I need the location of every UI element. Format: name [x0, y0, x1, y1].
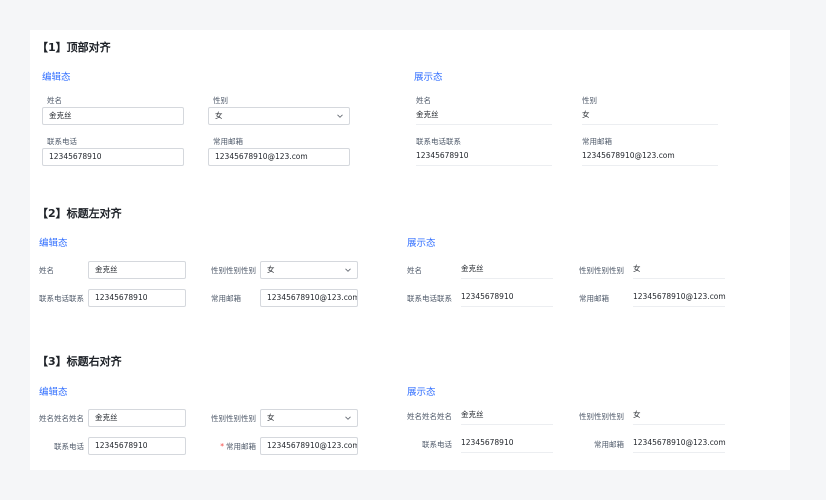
s2-view-gender-value: 女 — [633, 261, 725, 279]
s2-edit-email-input[interactable]: 12345678910@123.com — [260, 289, 358, 307]
s1-view-name-value: 金克丝 — [416, 107, 552, 125]
s2-edit-gender-label: 性别性别性别 — [211, 265, 256, 276]
section-2-view-heading: 展示态 — [407, 235, 436, 249]
s3-view-gender-label: 性别性别性别 — [578, 411, 624, 422]
s2-edit-email-label: 常用邮箱 — [211, 293, 241, 304]
required-marker: * — [220, 442, 224, 451]
s3-view-email-label: 常用邮箱 — [578, 439, 624, 450]
s3-edit-email-label: 常用邮箱 — [226, 442, 256, 451]
s3-view-phone-value: 12345678910 — [461, 435, 553, 453]
section-3-edit-heading: 编辑态 — [39, 384, 68, 398]
s1-edit-gender-select[interactable]: 女 — [208, 107, 350, 125]
s1-edit-email-input[interactable]: 12345678910@123.com — [208, 148, 350, 166]
section-3-title: 【3】标题右对齐 — [37, 353, 122, 369]
s1-view-gender-value: 女 — [582, 107, 718, 125]
s1-view-name-label: 姓名 — [416, 95, 431, 106]
s3-edit-gender-value: 女 — [267, 413, 275, 422]
s2-edit-gender-select[interactable]: 女 — [260, 261, 358, 279]
s1-edit-gender-label: 性别 — [213, 95, 228, 106]
s2-view-email-label: 常用邮箱 — [579, 293, 609, 304]
s1-view-gender-label: 性别 — [582, 95, 597, 106]
s2-view-name-value: 金克丝 — [461, 261, 553, 279]
s1-edit-email-label: 常用邮箱 — [213, 136, 243, 147]
s2-view-phone-value: 12345678910 — [461, 289, 553, 307]
chevron-down-icon — [345, 415, 351, 421]
s1-edit-phone-input[interactable]: 12345678910 — [42, 148, 184, 166]
section-3-view-heading: 展示态 — [407, 384, 436, 398]
s3-edit-phone-input[interactable]: 12345678910 — [88, 437, 186, 455]
s1-view-phone-value: 12345678910 — [416, 148, 552, 166]
s2-view-name-label: 姓名 — [407, 265, 422, 276]
s3-edit-gender-label: 性别性别性别 — [210, 413, 256, 424]
s1-edit-name-input[interactable]: 金克丝 — [42, 107, 184, 125]
s3-edit-name-label: 姓名姓名姓名 — [38, 413, 84, 424]
section-2-edit-heading: 编辑态 — [39, 235, 68, 249]
s1-edit-phone-label: 联系电话 — [47, 136, 77, 147]
chevron-down-icon — [337, 113, 343, 119]
s3-view-email-value: 12345678910@123.com — [633, 435, 725, 453]
s2-edit-gender-value: 女 — [267, 265, 275, 274]
s3-view-phone-label: 联系电话 — [406, 439, 452, 450]
s3-edit-name-input[interactable]: 金克丝 — [88, 409, 186, 427]
chevron-down-icon — [345, 267, 351, 273]
s2-edit-name-label: 姓名 — [39, 265, 54, 276]
s3-edit-phone-label: 联系电话 — [38, 441, 84, 452]
s2-view-gender-label: 性别性别性别 — [579, 265, 624, 276]
s2-view-phone-label: 联系电话联系 — [407, 293, 452, 304]
s3-view-gender-value: 女 — [633, 407, 725, 425]
s1-edit-gender-value: 女 — [215, 111, 223, 120]
s1-view-email-value: 12345678910@123.com — [582, 148, 718, 166]
s1-view-phone-label: 联系电话联系 — [416, 136, 461, 147]
s3-edit-email-label-wrap: *常用邮箱 — [210, 441, 256, 452]
section-1-title: 【1】顶部对齐 — [37, 39, 111, 55]
s2-edit-phone-label: 联系电话联系 — [39, 293, 84, 304]
form-card: 【1】顶部对齐 编辑态 展示态 姓名 金克丝 性别 女 联系电话 1234567… — [30, 30, 790, 470]
s2-edit-name-input[interactable]: 金克丝 — [88, 261, 186, 279]
s3-view-name-value: 金克丝 — [461, 407, 553, 425]
s2-edit-phone-input[interactable]: 12345678910 — [88, 289, 186, 307]
s3-edit-email-input[interactable]: 12345678910@123.com — [260, 437, 358, 455]
section-1-view-heading: 展示态 — [414, 69, 443, 83]
s3-view-name-label: 姓名姓名姓名 — [406, 411, 452, 422]
section-2-title: 【2】标题左对齐 — [37, 205, 122, 221]
s1-view-email-label: 常用邮箱 — [582, 136, 612, 147]
s3-edit-gender-select[interactable]: 女 — [260, 409, 358, 427]
s1-edit-name-label: 姓名 — [47, 95, 62, 106]
s2-view-email-value: 12345678910@123.com — [633, 289, 725, 307]
section-1-edit-heading: 编辑态 — [42, 69, 71, 83]
